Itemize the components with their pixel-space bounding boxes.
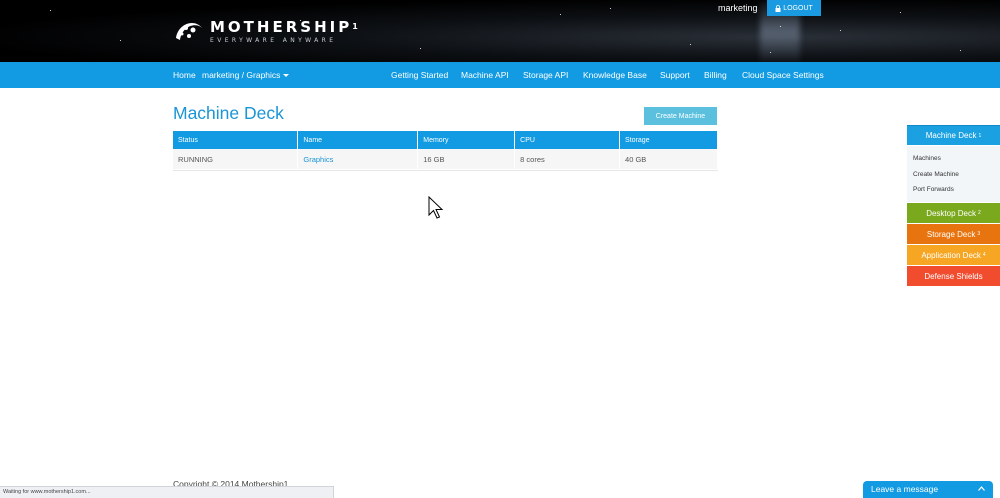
column-header-memory[interactable]: Memory bbox=[417, 131, 516, 149]
nav-getting-started[interactable]: Getting Started bbox=[391, 62, 448, 88]
machine-name-link[interactable]: Graphics bbox=[297, 149, 419, 169]
column-header-cpu[interactable]: CPU bbox=[514, 131, 621, 149]
defense-shields-label: Defense Shields bbox=[924, 271, 983, 281]
username-link[interactable]: marketing bbox=[718, 3, 758, 13]
cell-storage: 40 GB bbox=[619, 149, 718, 169]
nav-storage-api[interactable]: Storage API bbox=[523, 62, 568, 88]
main-nav: Home marketing / Graphics Getting Starte… bbox=[0, 62, 1000, 88]
browser-status-bar: Waiting for www.mothership1.com... bbox=[0, 486, 334, 498]
space-selector-dropdown[interactable]: marketing / Graphics bbox=[202, 62, 290, 88]
submenu-port-forwards[interactable]: Port Forwards bbox=[913, 186, 954, 193]
application-deck-number: 4 bbox=[982, 252, 986, 258]
machine-deck-number: 1 bbox=[978, 132, 982, 139]
table-divider bbox=[173, 170, 718, 171]
column-header-storage[interactable]: Storage bbox=[619, 131, 718, 149]
caret-down-icon bbox=[283, 74, 290, 78]
nav-machine-api[interactable]: Machine API bbox=[461, 62, 509, 88]
machines-table: Status Name Memory CPU Storage RUNNING G… bbox=[173, 131, 718, 169]
page-title: Machine Deck bbox=[173, 103, 284, 123]
space-selector-label: marketing / Graphics bbox=[202, 70, 281, 80]
header-banner: MOTHERSHIP1 EVERYWARE ANYWARE marketing … bbox=[0, 0, 1000, 62]
logo[interactable]: MOTHERSHIP1 EVERYWARE ANYWARE bbox=[172, 11, 358, 51]
chat-label: Leave a message bbox=[871, 484, 939, 494]
machine-deck-tab[interactable]: Machine Deck 1 bbox=[907, 125, 1000, 145]
lock-icon bbox=[775, 4, 781, 12]
application-deck-tab[interactable]: Application Deck 4 bbox=[907, 245, 1000, 265]
nav-billing[interactable]: Billing bbox=[704, 62, 727, 88]
chevron-up-icon bbox=[978, 486, 985, 491]
machine-deck-label: Machine Deck bbox=[925, 131, 977, 140]
logout-button[interactable]: LOGOUT bbox=[767, 0, 821, 16]
defense-shields-tab[interactable]: Defense Shields bbox=[907, 266, 1000, 286]
storage-deck-number: 3 bbox=[977, 231, 981, 237]
table-header-row: Status Name Memory CPU Storage bbox=[173, 131, 718, 149]
logout-label: LOGOUT bbox=[783, 4, 813, 12]
nav-cloud-space-settings[interactable]: Cloud Space Settings bbox=[742, 62, 824, 88]
column-header-status[interactable]: Status bbox=[173, 131, 299, 149]
desktop-deck-tab[interactable]: Desktop Deck 2 bbox=[907, 203, 1000, 223]
cell-status: RUNNING bbox=[173, 149, 299, 169]
leave-message-widget[interactable]: Leave a message bbox=[863, 481, 993, 498]
application-deck-label: Application Deck bbox=[921, 250, 981, 260]
table-row: RUNNING Graphics 16 GB 8 cores 40 GB bbox=[173, 149, 718, 169]
submenu-machines[interactable]: Machines bbox=[913, 155, 941, 162]
nav-home[interactable]: Home bbox=[173, 62, 196, 88]
mothership-logo-icon bbox=[176, 23, 202, 40]
nav-knowledge-base[interactable]: Knowledge Base bbox=[583, 62, 647, 88]
nav-support[interactable]: Support bbox=[660, 62, 690, 88]
submenu-create-machine[interactable]: Create Machine bbox=[913, 171, 959, 178]
logo-title: MOTHERSHIP1 bbox=[210, 17, 358, 36]
column-header-name[interactable]: Name bbox=[297, 131, 419, 149]
desktop-deck-label: Desktop Deck bbox=[926, 208, 976, 218]
cell-memory: 16 GB bbox=[417, 149, 516, 169]
storage-deck-tab[interactable]: Storage Deck 3 bbox=[907, 224, 1000, 244]
desktop-deck-number: 2 bbox=[978, 210, 981, 216]
cell-cpu: 8 cores bbox=[514, 149, 621, 169]
logo-tagline: EVERYWARE ANYWARE bbox=[210, 36, 337, 44]
mouse-cursor-icon bbox=[428, 196, 444, 219]
create-machine-button[interactable]: Create Machine bbox=[644, 107, 717, 125]
storage-deck-label: Storage Deck bbox=[926, 229, 976, 239]
